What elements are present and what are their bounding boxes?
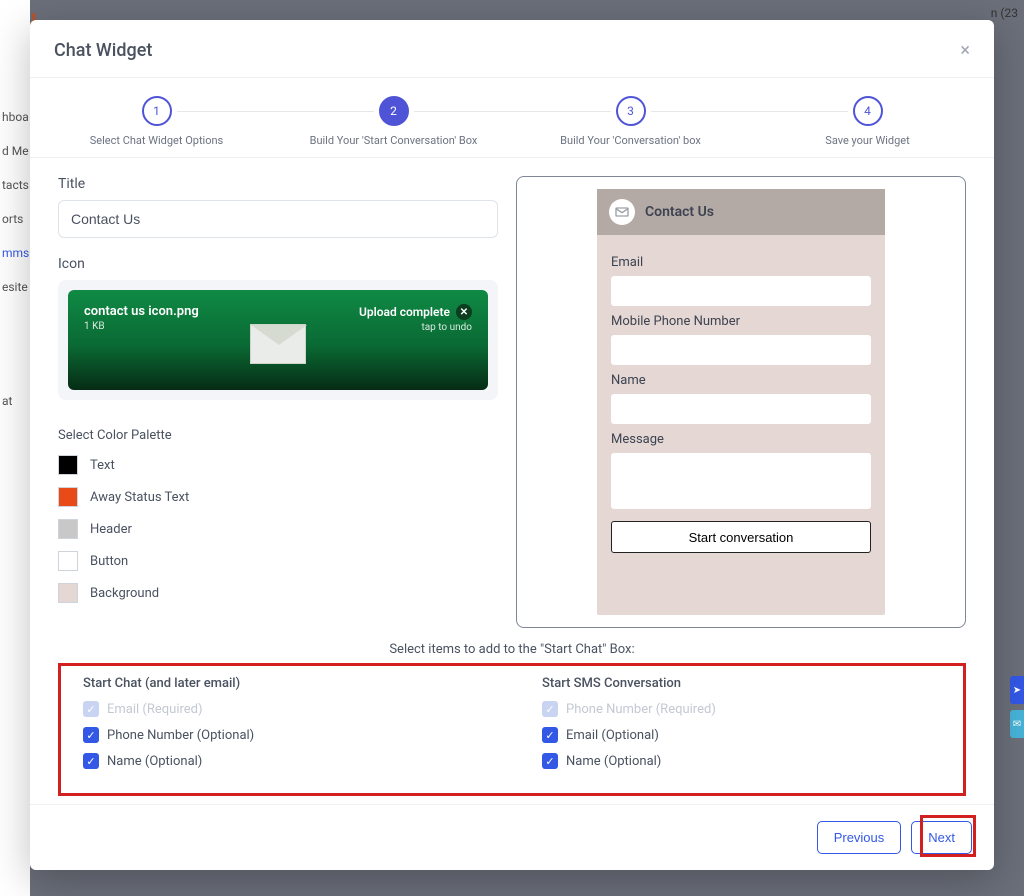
preview-input-name [611,394,871,424]
chk-phone-optional[interactable]: ✓Phone Number (Optional) [83,727,482,743]
chk-sms-name-optional[interactable]: ✓Name (Optional) [542,753,941,769]
preview-label-message: Message [611,432,871,447]
widget-preview: Contact Us Email Mobile Phone Number Nam… [516,176,966,628]
chat-widget-modal: Chat Widget × 1 Select Chat Widget Optio… [30,20,994,870]
close-icon[interactable]: × [960,40,970,61]
preview-input-message [611,453,871,509]
step-label: Save your Widget [749,134,986,147]
upload-filename: contact us icon.png [84,304,199,319]
preview-input-email [611,276,871,306]
title-input[interactable] [58,200,498,238]
palette-title: Select Color Palette [58,428,498,443]
step-2[interactable]: 2 Build Your 'Start Conversation' Box [275,96,512,147]
send-icon[interactable]: ➤ [1010,676,1024,704]
next-button[interactable]: Next [911,821,972,854]
step-label: Build Your 'Conversation' box [512,134,749,147]
wizard-stepper: 1 Select Chat Widget Options 2 Build You… [30,78,994,158]
modal-title: Chat Widget [54,40,152,61]
select-items-heading: Select items to add to the "Start Chat" … [58,642,966,657]
title-label: Title [58,176,498,192]
chk-sms-email-optional[interactable]: ✓Email (Optional) [542,727,941,743]
background-sidebar: hboad Metacts ortsmms esiteat [0,0,30,896]
chk-sms-phone-required: ✓Phone Number (Required) [542,701,941,717]
step-3[interactable]: 3 Build Your 'Conversation' box [512,96,749,147]
palette-background[interactable]: Background [58,583,498,603]
start-chat-title: Start Chat (and later email) [83,676,482,691]
chat-icon[interactable]: ✉ [1010,710,1024,738]
envelope-icon [250,324,306,364]
preview-title: Contact Us [645,204,714,220]
chk-email-required: ✓Email (Required) [83,701,482,717]
preview-input-phone [611,335,871,365]
icon-upload-area[interactable]: contact us icon.png 1 KB Upload complete… [58,280,498,400]
step-label: Select Chat Widget Options [38,134,275,147]
upload-undo[interactable]: tap to undo [359,322,472,333]
palette-header[interactable]: Header [58,519,498,539]
step-4[interactable]: 4 Save your Widget [749,96,986,147]
previous-button[interactable]: Previous [817,821,902,854]
palette-text[interactable]: Text [58,455,498,475]
palette-button[interactable]: Button [58,551,498,571]
palette-away[interactable]: Away Status Text [58,487,498,507]
upload-status: Upload complete [359,305,450,319]
preview-header-icon [609,199,635,225]
icon-label: Icon [58,256,498,272]
select-items-highlight: Start Chat (and later email) ✓Email (Req… [58,663,966,796]
step-label: Build Your 'Start Conversation' Box [275,134,512,147]
preview-start-button: Start conversation [611,521,871,553]
chk-name-optional[interactable]: ✓Name (Optional) [83,753,482,769]
step-1[interactable]: 1 Select Chat Widget Options [38,96,275,147]
preview-label-phone: Mobile Phone Number [611,314,871,329]
remove-upload-icon[interactable]: ✕ [456,304,472,320]
upload-filesize: 1 KB [84,321,199,332]
start-sms-title: Start SMS Conversation [542,676,941,691]
floating-actions: ➤ ✉ [1010,676,1024,744]
preview-label-name: Name [611,373,871,388]
header-badge: n (23 [991,6,1018,20]
preview-label-email: Email [611,255,871,270]
